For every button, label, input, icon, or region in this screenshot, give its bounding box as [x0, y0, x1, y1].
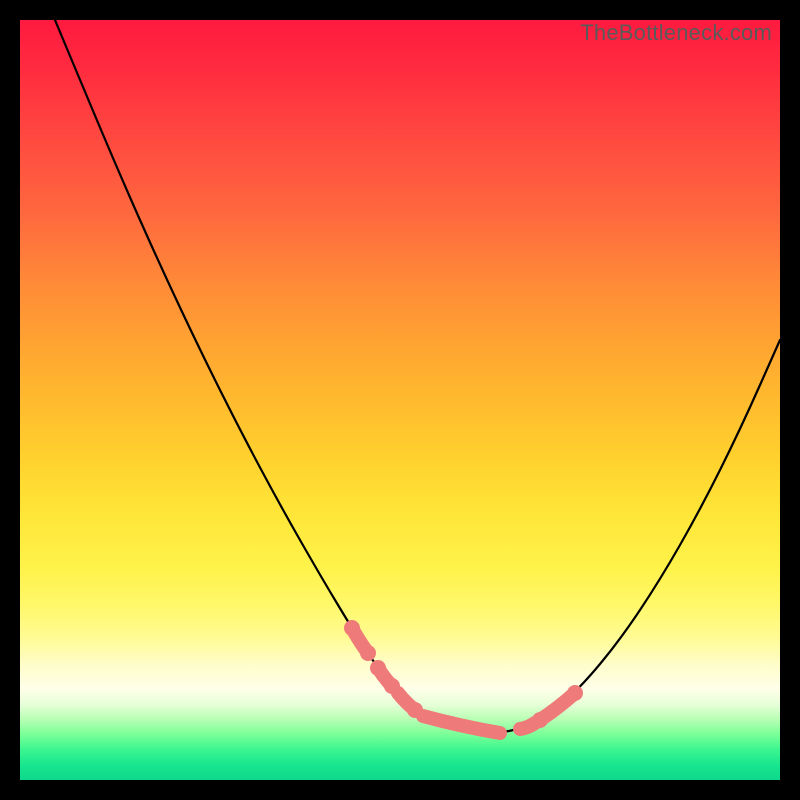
pink-dot [360, 645, 376, 661]
pink-dot [532, 712, 548, 728]
pink-dot [344, 620, 360, 636]
bottleneck-curve-path [55, 20, 780, 733]
chart-plot-area: TheBottleneck.com [20, 20, 780, 780]
pink-dot [407, 702, 423, 718]
bottleneck-curve-svg [20, 20, 780, 780]
pink-segment [520, 723, 535, 729]
pink-dot [370, 660, 386, 676]
pink-dot [567, 685, 583, 701]
pink-segment [423, 716, 500, 733]
pink-overlay-group [344, 620, 583, 733]
pink-dot [384, 678, 400, 694]
